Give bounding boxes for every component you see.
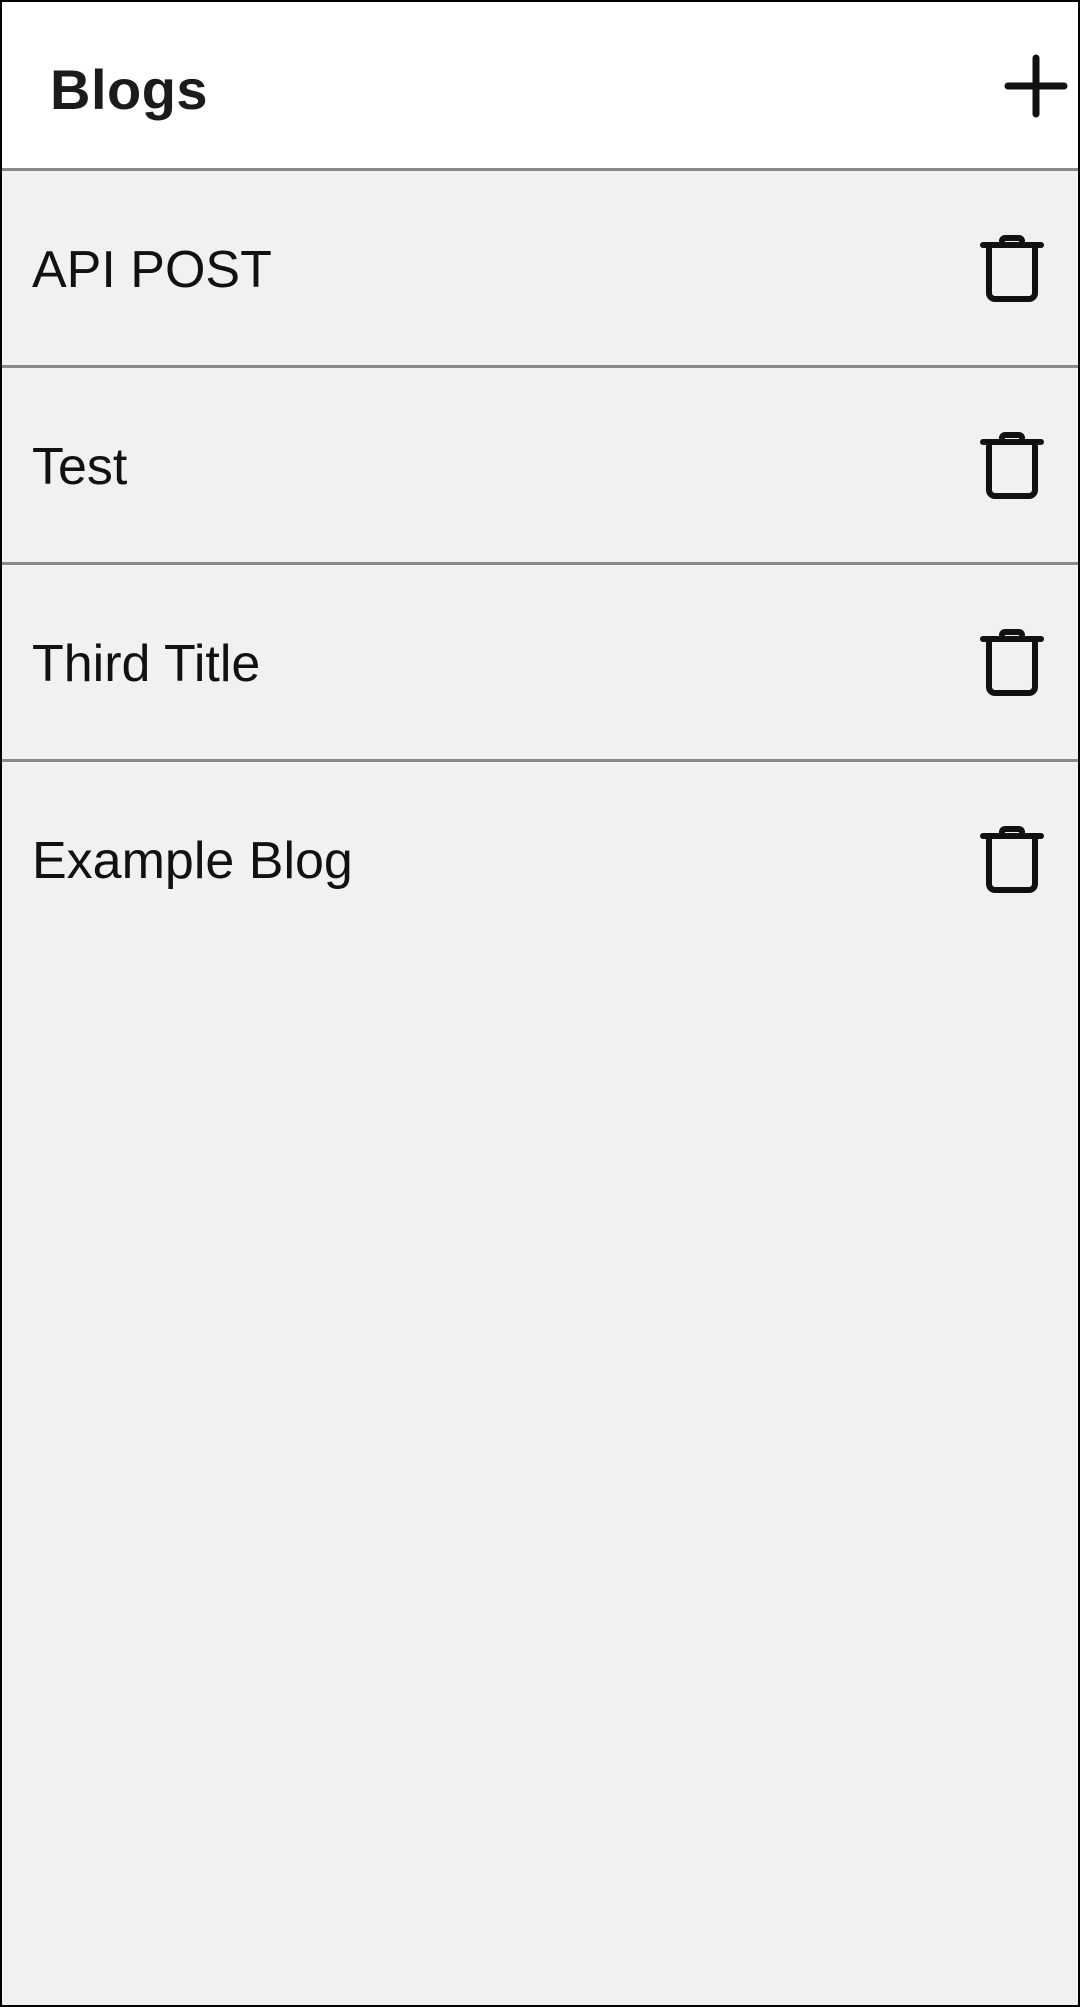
trash-icon — [980, 235, 1044, 302]
blog-list: API POST Test Third Title Example Blog — [2, 171, 1078, 959]
blog-title: API POST — [32, 240, 272, 299]
trash-icon — [980, 629, 1044, 696]
add-blog-button[interactable] — [1000, 50, 1072, 122]
delete-button[interactable] — [976, 233, 1048, 305]
blog-title: Example Blog — [32, 831, 353, 890]
app-screen: Blogs API POST Test Third Title Example … — [0, 0, 1080, 2007]
list-item[interactable]: Third Title — [2, 565, 1078, 762]
blog-title: Test — [32, 437, 128, 496]
page-title: Blogs — [50, 58, 209, 121]
delete-button[interactable] — [976, 430, 1048, 502]
delete-button[interactable] — [976, 627, 1048, 699]
list-item[interactable]: Example Blog — [2, 762, 1078, 959]
plus-icon — [1004, 54, 1068, 118]
trash-icon — [980, 432, 1044, 499]
delete-button[interactable] — [976, 824, 1048, 896]
list-item[interactable]: API POST — [2, 171, 1078, 368]
header-bar: Blogs — [2, 2, 1078, 171]
blog-title: Third Title — [32, 634, 261, 693]
list-item[interactable]: Test — [2, 368, 1078, 565]
trash-icon — [980, 826, 1044, 893]
